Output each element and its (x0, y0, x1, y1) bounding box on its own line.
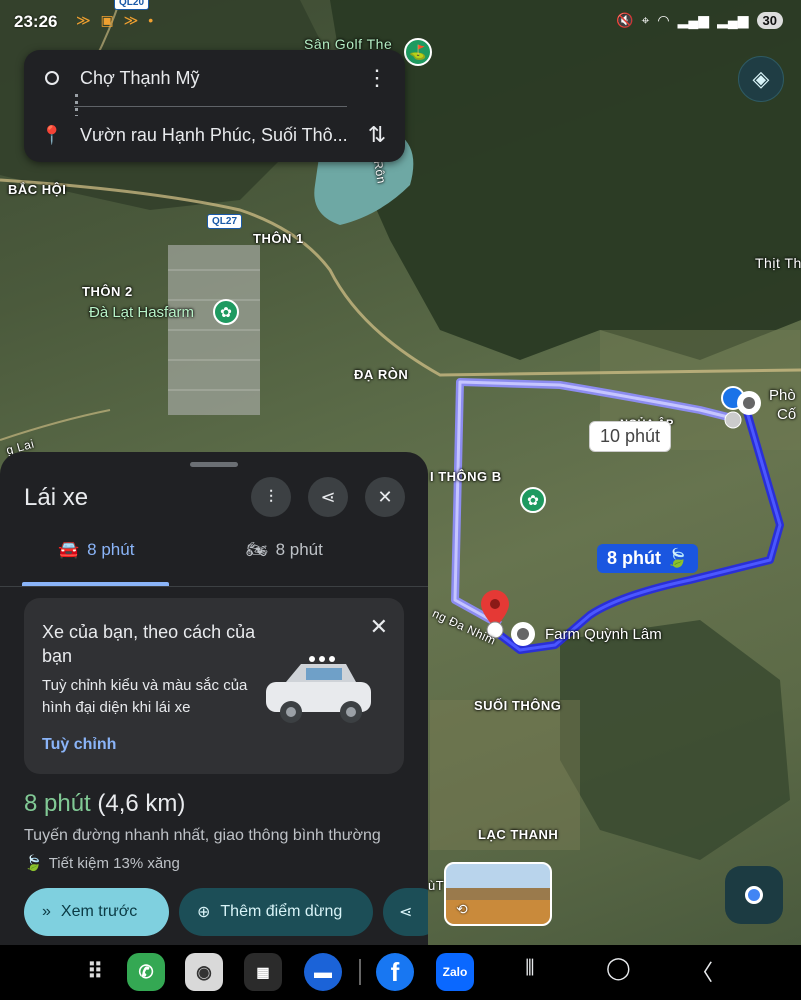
layers-button[interactable]: ◈ (738, 56, 784, 102)
map-label-phon[interactable]: Phò (769, 387, 796, 404)
destination-pin-icon: 📍 (40, 124, 64, 145)
facebook-icon[interactable]: f (376, 953, 414, 991)
sliders-icon: ⫶ (268, 486, 274, 507)
app-folder-icon[interactable]: ▦ (244, 953, 282, 991)
sheet-drag-handle[interactable] (190, 462, 238, 467)
zalo-icon[interactable]: Zalo (436, 953, 474, 991)
map-label-thit: Thịt Th (755, 255, 801, 271)
destination-field[interactable]: Vườn rau Hạnh Phúc, Suối Thô... (80, 125, 349, 146)
route-description: Tuyến đường nhanh nhất, giao thông bình … (24, 827, 381, 844)
map-label-thon2: THÔN 2 (82, 284, 133, 299)
eta-time: 8 phút (24, 790, 91, 817)
battery-indicator: 30 (756, 12, 783, 29)
close-directions-button[interactable]: ✕ (365, 477, 405, 517)
add-stop-label: Thêm điểm dừng (220, 903, 343, 920)
hasfarm-poi-icon[interactable]: ✿ (213, 299, 239, 325)
tabs-divider (0, 586, 428, 587)
close-icon: ✕ (377, 486, 393, 507)
location-dot-icon (745, 886, 763, 904)
promo-body: Tuỳ chỉnh kiểu và màu sắc của hình đại d… (42, 677, 248, 716)
add-stop-button[interactable]: ⊕ Thêm điểm dừng (179, 888, 373, 936)
origin-field[interactable]: Chợ Thạnh Mỹ (80, 68, 349, 89)
status-time: 23:26 (14, 12, 58, 31)
signal-icon: ▂▄▆ (677, 12, 710, 28)
map-label-thong-b: I THÔNG B (430, 469, 502, 484)
origin-row[interactable]: Chợ Thạnh Mỹ ⋮ (24, 53, 405, 103)
road-badge-ql27: QL27 (207, 214, 243, 229)
share-icon: ⋖ (320, 486, 336, 507)
android-nav-bar: ⠿ ✆ ◉ ▦ ▬ f Zalo ⦀ ◯ 〈 (0, 945, 801, 1000)
mute-icon: 🔇 (616, 12, 634, 28)
eta-distance: (4,6 km) (97, 790, 186, 817)
my-location-button[interactable] (725, 866, 783, 924)
map-label-tu: ùT (428, 878, 445, 893)
tab-driving-label: 8 phút (87, 540, 135, 559)
origin-circle-icon (45, 71, 59, 85)
wifi-icon: ◠ (657, 12, 670, 28)
map-label-farm[interactable]: Farm Quỳnh Lâm (545, 626, 662, 643)
map-label-lac-thanh: LẠC THANH (478, 827, 559, 842)
map-label-suoi-thong: SUỐI THÔNG (474, 698, 562, 713)
more-options-icon[interactable]: ⋮ (349, 65, 405, 91)
street-view-thumbnail[interactable]: ⟲ (444, 862, 552, 926)
car-avatar-image (266, 656, 371, 723)
system-status-icons: 🔇 ⌖ ◠ ▂▄▆ ▂▄▆ 30 (616, 12, 783, 29)
tab-motorbike[interactable]: 🏍 8 phút (246, 540, 323, 560)
destination-row[interactable]: 📍 Vườn rau Hạnh Phúc, Suối Thô... ⇅ (24, 110, 405, 160)
fast-forward-icon: » (42, 903, 51, 920)
directions-search-card: Chợ Thạnh Mỹ ⋮ 📍 Vườn rau Hạnh Phúc, Suố… (24, 50, 405, 162)
swap-icon[interactable]: ⇅ (349, 122, 405, 148)
motorbike-icon: 🏍 (246, 540, 268, 559)
travel-mode-title: Lái xe (24, 484, 89, 511)
preview-label: Xem trước (60, 903, 138, 920)
add-location-icon: ⊕ (197, 904, 211, 921)
signal-icon: ▂▄▆ (717, 12, 749, 28)
preview-button[interactable]: » Xem trước (24, 888, 169, 936)
status-bar: 23:26 ≫ ▣ ≫ • 🔇 ⌖ ◠ ▂▄▆ ▂▄▆ 30 (0, 0, 801, 44)
promo-title: Xe của bạn, theo cách của bạn (42, 622, 256, 666)
car-icon: 🚘 (58, 540, 80, 559)
messages-icon[interactable]: ▬ (304, 953, 342, 991)
field-divider (74, 106, 347, 107)
tab-driving[interactable]: 🚘 8 phút (58, 540, 134, 560)
notification-icons: ≫ ▣ ≫ • (76, 12, 157, 28)
recents-icon[interactable]: ⦀ (525, 955, 535, 981)
map-label-co[interactable]: Cố (777, 406, 796, 423)
customize-link[interactable]: Tuỳ chỉnh (42, 736, 116, 754)
map-label-bac-hoi: BẮC HỘI (8, 182, 67, 197)
street-view-icon: ⟲ (456, 901, 468, 917)
share-icon: ⋖ (399, 904, 413, 921)
eta-summary: 8 phút (4,6 km) (24, 790, 185, 818)
leaf-icon: 🍃 (24, 855, 43, 872)
dock-separator (359, 959, 361, 985)
share-button[interactable]: ⋖ (383, 888, 428, 936)
layers-icon: ◈ (752, 66, 770, 91)
map-label-hasfarm[interactable]: Đà Lạt Hasfarm (89, 304, 194, 321)
route-options-button[interactable]: ⫶ (251, 477, 291, 517)
home-icon[interactable]: ◯ (606, 955, 631, 981)
map-label-da-ron: ĐẠ RÒN (354, 367, 409, 382)
phone-icon[interactable]: ✆ (127, 953, 165, 991)
main-route-time-bubble[interactable]: 8 phút 🍃 (597, 544, 699, 573)
location-icon: ⌖ (641, 12, 650, 28)
map-label-thon1: THÔN 1 (253, 231, 304, 246)
camera-icon[interactable]: ◉ (185, 953, 223, 991)
apps-grid-icon[interactable]: ⠿ (76, 953, 114, 991)
leaf-icon: 🍃 (666, 548, 689, 568)
flower-poi-icon[interactable]: ✿ (520, 487, 546, 513)
vehicle-promo-card: Xe của bạn, theo cách của bạn Tuỳ chỉnh … (24, 598, 404, 774)
share-route-button[interactable]: ⋖ (308, 477, 348, 517)
fuel-saving-text: Tiết kiệm 13% xăng (48, 854, 180, 872)
alt-route-time-bubble[interactable]: 10 phút (589, 421, 672, 452)
fuel-saving: 🍃 Tiết kiệm 13% xăng (24, 854, 180, 873)
back-icon[interactable]: 〈 (691, 955, 713, 987)
promo-close-icon[interactable]: ✕ (370, 614, 388, 640)
tab-motorbike-label: 8 phút (275, 540, 323, 559)
directions-bottom-sheet: Lái xe ⫶ ⋖ ✕ 🚘 8 phút 🏍 8 phút Xe của bạ… (0, 452, 428, 945)
